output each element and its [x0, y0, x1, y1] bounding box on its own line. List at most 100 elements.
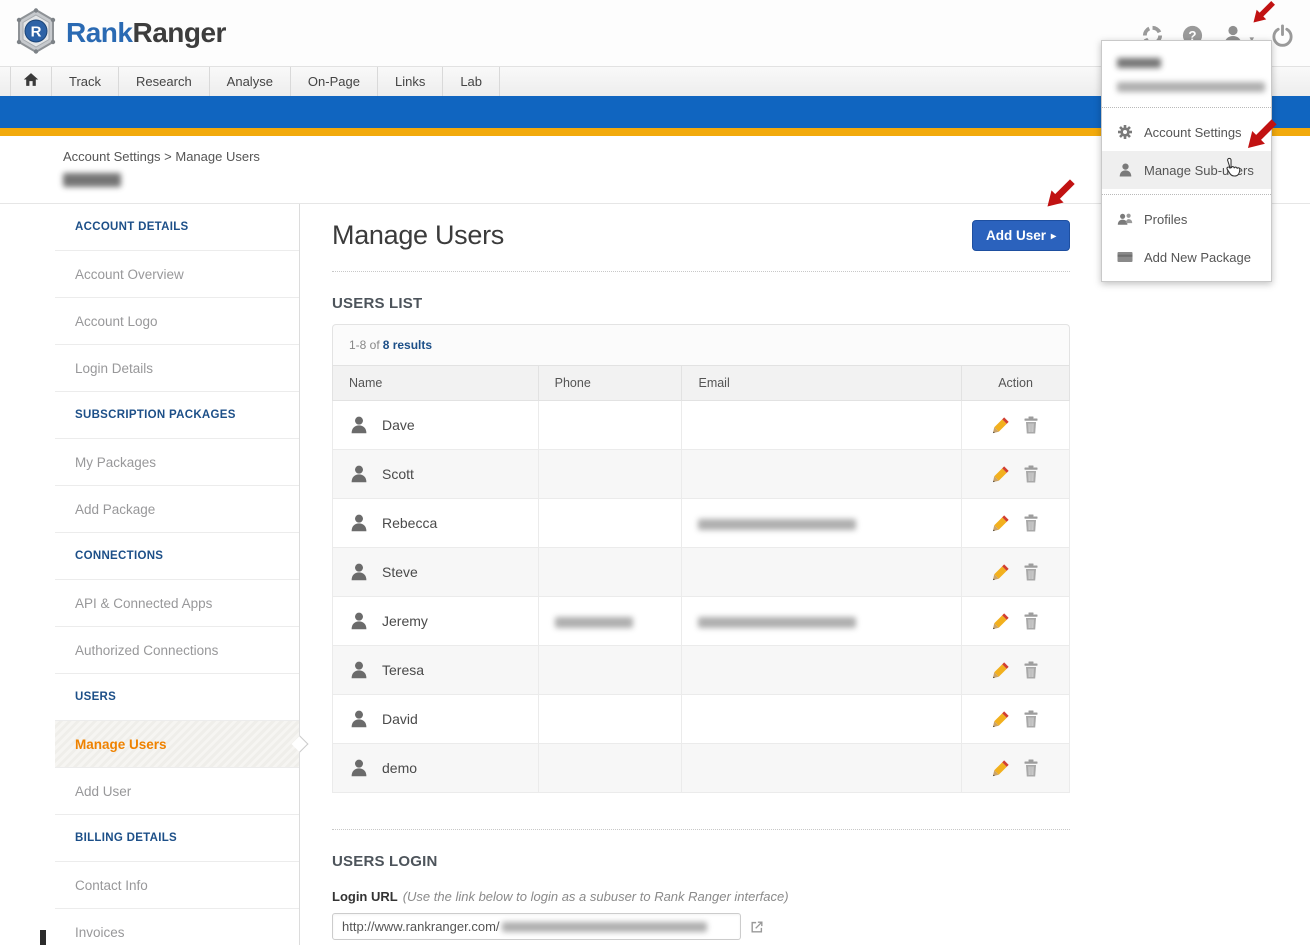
- login-url-label: Login URL: [332, 889, 398, 904]
- user-action-cell: [962, 548, 1070, 597]
- redacted-email: [698, 617, 856, 628]
- login-url-row: Login URL (Use the link below to login as…: [332, 889, 1070, 904]
- user-avatar-icon: [349, 660, 369, 680]
- login-url-input[interactable]: http://www.rankranger.com/: [332, 913, 741, 940]
- delete-user-button[interactable]: [1022, 465, 1040, 483]
- column-header-phone[interactable]: Phone: [538, 366, 682, 401]
- menu-item-label: Profiles: [1144, 212, 1187, 227]
- menu-item-label: Manage Sub-users: [1144, 163, 1254, 178]
- logo-badge-icon: R: [14, 8, 58, 59]
- sidebar-item-my-packages[interactable]: My Packages: [55, 439, 299, 486]
- sidebar-item-api-connected-apps[interactable]: API & Connected Apps: [55, 580, 299, 627]
- nav-tab-lab[interactable]: Lab: [443, 67, 500, 96]
- user-action-cell: [962, 499, 1070, 548]
- user-name-cell: Scott: [333, 450, 539, 499]
- user-avatar-icon: [349, 562, 369, 582]
- user-email-cell: [682, 695, 962, 744]
- nav-tab-track[interactable]: Track: [52, 67, 119, 96]
- menu-item-label: Account Settings: [1144, 125, 1242, 140]
- rankranger-logo[interactable]: R RankRanger: [14, 8, 226, 59]
- column-header-name[interactable]: Name: [333, 366, 539, 401]
- sidebar-item-account-overview[interactable]: Account Overview: [55, 251, 299, 298]
- page-title: Manage Users: [332, 220, 504, 251]
- table-row: Jeremy: [333, 597, 1070, 646]
- sidebar-item-invoices[interactable]: Invoices: [55, 909, 299, 945]
- add-user-button[interactable]: Add User▸: [972, 220, 1070, 251]
- delete-user-button[interactable]: [1022, 514, 1040, 532]
- user-name: Dave: [382, 417, 415, 433]
- user-name: demo: [382, 760, 417, 776]
- user-name: Rebecca: [382, 515, 437, 531]
- sidebar-item-manage-users[interactable]: Manage Users: [55, 721, 299, 768]
- edit-user-button[interactable]: [992, 759, 1010, 777]
- results-prefix: 1-8 of: [349, 338, 380, 352]
- dropdown-user-info: [1102, 41, 1271, 107]
- column-header-email[interactable]: Email: [682, 366, 962, 401]
- delete-user-button[interactable]: [1022, 563, 1040, 581]
- sidebar-section-title-subscription-packages: SUBSCRIPTION PACKAGES: [55, 392, 299, 439]
- user-phone-cell: [538, 597, 682, 646]
- delete-user-button[interactable]: [1022, 710, 1040, 728]
- user-action-cell: [962, 401, 1070, 450]
- sidebar-item-contact-info[interactable]: Contact Info: [55, 862, 299, 909]
- menu-item-label: Add New Package: [1144, 250, 1251, 265]
- delete-user-button[interactable]: [1022, 416, 1040, 434]
- user-phone-cell: [538, 401, 682, 450]
- sidebar-section-title-account-details: ACCOUNT DETAILS: [55, 204, 299, 251]
- nav-tab-analyse[interactable]: Analyse: [210, 67, 291, 96]
- delete-user-button[interactable]: [1022, 612, 1040, 630]
- user-avatar-icon: [349, 611, 369, 631]
- title-row: Manage Users Add User▸: [332, 220, 1070, 251]
- menu-item-account-settings[interactable]: Account Settings: [1102, 113, 1271, 151]
- edit-user-button[interactable]: [992, 465, 1010, 483]
- sidebar-item-authorized-connections[interactable]: Authorized Connections: [55, 627, 299, 674]
- edit-user-button[interactable]: [992, 661, 1010, 679]
- edit-user-button[interactable]: [992, 612, 1010, 630]
- user-name-cell: Jeremy: [333, 597, 539, 646]
- sidebar-section-title-users: USERS: [55, 674, 299, 721]
- svg-text:R: R: [31, 23, 42, 40]
- user-action-cell: [962, 450, 1070, 499]
- power-icon[interactable]: [1271, 24, 1294, 47]
- user-avatar-icon: [349, 415, 369, 435]
- edit-user-button[interactable]: [992, 514, 1010, 532]
- delete-user-button[interactable]: [1022, 661, 1040, 679]
- user-phone-cell: [538, 744, 682, 793]
- nav-tab-links[interactable]: Links: [378, 67, 443, 96]
- delete-user-button[interactable]: [1022, 759, 1040, 777]
- menu-item-profiles[interactable]: Profiles: [1102, 200, 1271, 238]
- menu-item-add-new-package[interactable]: Add New Package: [1102, 238, 1271, 276]
- edit-user-button[interactable]: [992, 563, 1010, 581]
- user-email-cell: [682, 744, 962, 793]
- sidebar-item-account-logo[interactable]: Account Logo: [55, 298, 299, 345]
- group-icon: [1117, 211, 1133, 227]
- edit-user-button[interactable]: [992, 416, 1010, 434]
- gear-icon: [1117, 124, 1133, 140]
- nav-tab-research[interactable]: Research: [119, 67, 210, 96]
- nav-home-tab[interactable]: [10, 67, 52, 96]
- table-row: Teresa: [333, 646, 1070, 695]
- open-link-icon[interactable]: [750, 920, 764, 934]
- edit-user-button[interactable]: [992, 710, 1010, 728]
- sidebar-item-login-details[interactable]: Login Details: [55, 345, 299, 392]
- sidebar-item-add-user[interactable]: Add User: [55, 768, 299, 815]
- login-url-value: http://www.rankranger.com/: [342, 919, 500, 934]
- dropdown-user-email-redacted: [1117, 78, 1256, 96]
- login-url-note: (Use the link below to login as a subuse…: [403, 889, 789, 904]
- page: R RankRanger ? ▾: [0, 0, 1310, 945]
- table-row: demo: [333, 744, 1070, 793]
- table-row: David: [333, 695, 1070, 744]
- menu-item-manage-sub-users[interactable]: Manage Sub-users: [1102, 151, 1271, 189]
- login-url-redacted: [502, 922, 707, 932]
- table-row: Steve: [333, 548, 1070, 597]
- sidebar-item-add-package[interactable]: Add Package: [55, 486, 299, 533]
- add-user-button-arrow: ▸: [1051, 231, 1056, 242]
- user-dropdown-menu: Account Settings Manage Sub-users Profil…: [1101, 40, 1272, 282]
- sidebar: ACCOUNT DETAILSAccount OverviewAccount L…: [55, 204, 300, 945]
- user-email-cell: [682, 401, 962, 450]
- user-phone-cell: [538, 499, 682, 548]
- nav-tab-on-page[interactable]: On-Page: [291, 67, 378, 96]
- person-icon: [1117, 162, 1133, 178]
- users-list-heading: USERS LIST: [332, 295, 1070, 312]
- user-name-cell: Rebecca: [333, 499, 539, 548]
